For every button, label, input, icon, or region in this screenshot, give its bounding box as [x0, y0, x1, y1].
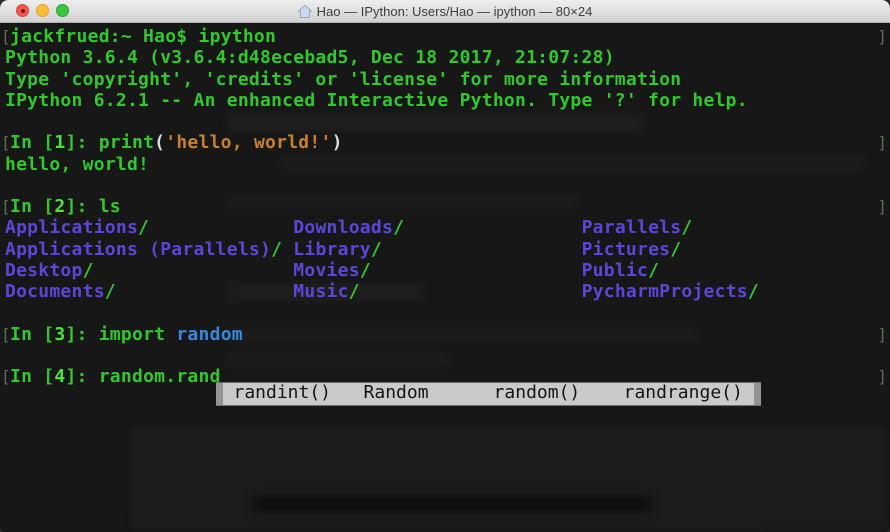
prompt-mark-left: [	[1, 26, 11, 47]
completion-items: randint() Random random() randrange()	[223, 383, 754, 405]
terminal-screen[interactable]: [jackfrued:~ Hao$ ipython]Python 3.6.4 (…	[0, 23, 890, 532]
terminal-window: Hao — IPython: Users/Hao — ipython — 80×…	[0, 0, 890, 532]
home-folder-icon	[298, 5, 312, 18]
window-titlebar[interactable]: Hao — IPython: Users/Hao — ipython — 80×…	[0, 0, 890, 23]
window-title: Hao — IPython: Users/Hao — ipython — 80×…	[317, 4, 593, 19]
prompt-mark-left: [	[1, 196, 11, 217]
prompt-mark-right: ]	[877, 324, 887, 345]
completion-item-Random[interactable]: Random	[364, 383, 429, 403]
traffic-lights	[16, 4, 69, 17]
completion-menu[interactable]: randint() Random random() randrange()	[216, 382, 761, 406]
completion-item-randint[interactable]: randint()	[233, 383, 331, 403]
terminal-line	[0, 430, 890, 451]
completion-item-randrange[interactable]: randrange()	[624, 383, 743, 403]
terminal-output: [jackfrued:~ Hao$ ipython]Python 3.6.4 (…	[0, 26, 890, 532]
terminal-line: Applications/ Downloads/ Parallels/	[0, 217, 890, 238]
terminal-line: Documents/ Music/ PycharmProjects/	[0, 281, 890, 302]
terminal-line	[0, 409, 890, 430]
minimize-button[interactable]	[36, 4, 49, 17]
close-button[interactable]	[16, 4, 29, 17]
terminal-line	[0, 494, 890, 515]
terminal-line: Type 'copyright', 'credits' or 'license'…	[0, 69, 890, 90]
terminal-line	[0, 515, 890, 532]
prompt-mark-right: ]	[877, 132, 887, 153]
prompt-mark-right: ]	[877, 366, 887, 387]
terminal-line	[0, 302, 890, 323]
completion-menu-margin	[216, 383, 223, 405]
prompt-mark-right: ]	[877, 196, 887, 217]
terminal-line: [jackfrued:~ Hao$ ipython]	[0, 26, 890, 47]
terminal-line: hello, world!	[0, 154, 890, 175]
prompt-mark-left: [	[1, 324, 11, 345]
prompt-mark-left: [	[1, 366, 11, 387]
close-dot-icon	[21, 9, 25, 13]
completion-item-random[interactable]: random()	[494, 383, 581, 403]
terminal-line	[0, 451, 890, 472]
terminal-line: randint()Randomrandom()randrange()	[0, 387, 890, 408]
completion-menu-margin	[754, 383, 761, 405]
terminal-line	[0, 345, 890, 366]
terminal-line	[0, 472, 890, 493]
zoom-button[interactable]	[56, 4, 69, 17]
title-area: Hao — IPython: Users/Hao — ipython — 80×…	[298, 4, 593, 19]
terminal-line	[0, 111, 890, 132]
terminal-line: Desktop/ Movies/ Public/	[0, 260, 890, 281]
prompt-mark-left: [	[1, 132, 11, 153]
terminal-line: [In [1]: print('hello, world!')]	[0, 132, 890, 153]
terminal-line: IPython 6.2.1 -- An enhanced Interactive…	[0, 90, 890, 111]
terminal-line: [In [3]: import random]	[0, 324, 890, 345]
prompt-mark-right: ]	[877, 26, 887, 47]
terminal-line: Applications (Parallels)/ Library/ Pictu…	[0, 239, 890, 260]
terminal-line: Python 3.6.4 (v3.6.4:d48ecebad5, Dec 18 …	[0, 47, 890, 68]
terminal-line: [In [2]: ls]	[0, 196, 890, 217]
terminal-line	[0, 175, 890, 196]
